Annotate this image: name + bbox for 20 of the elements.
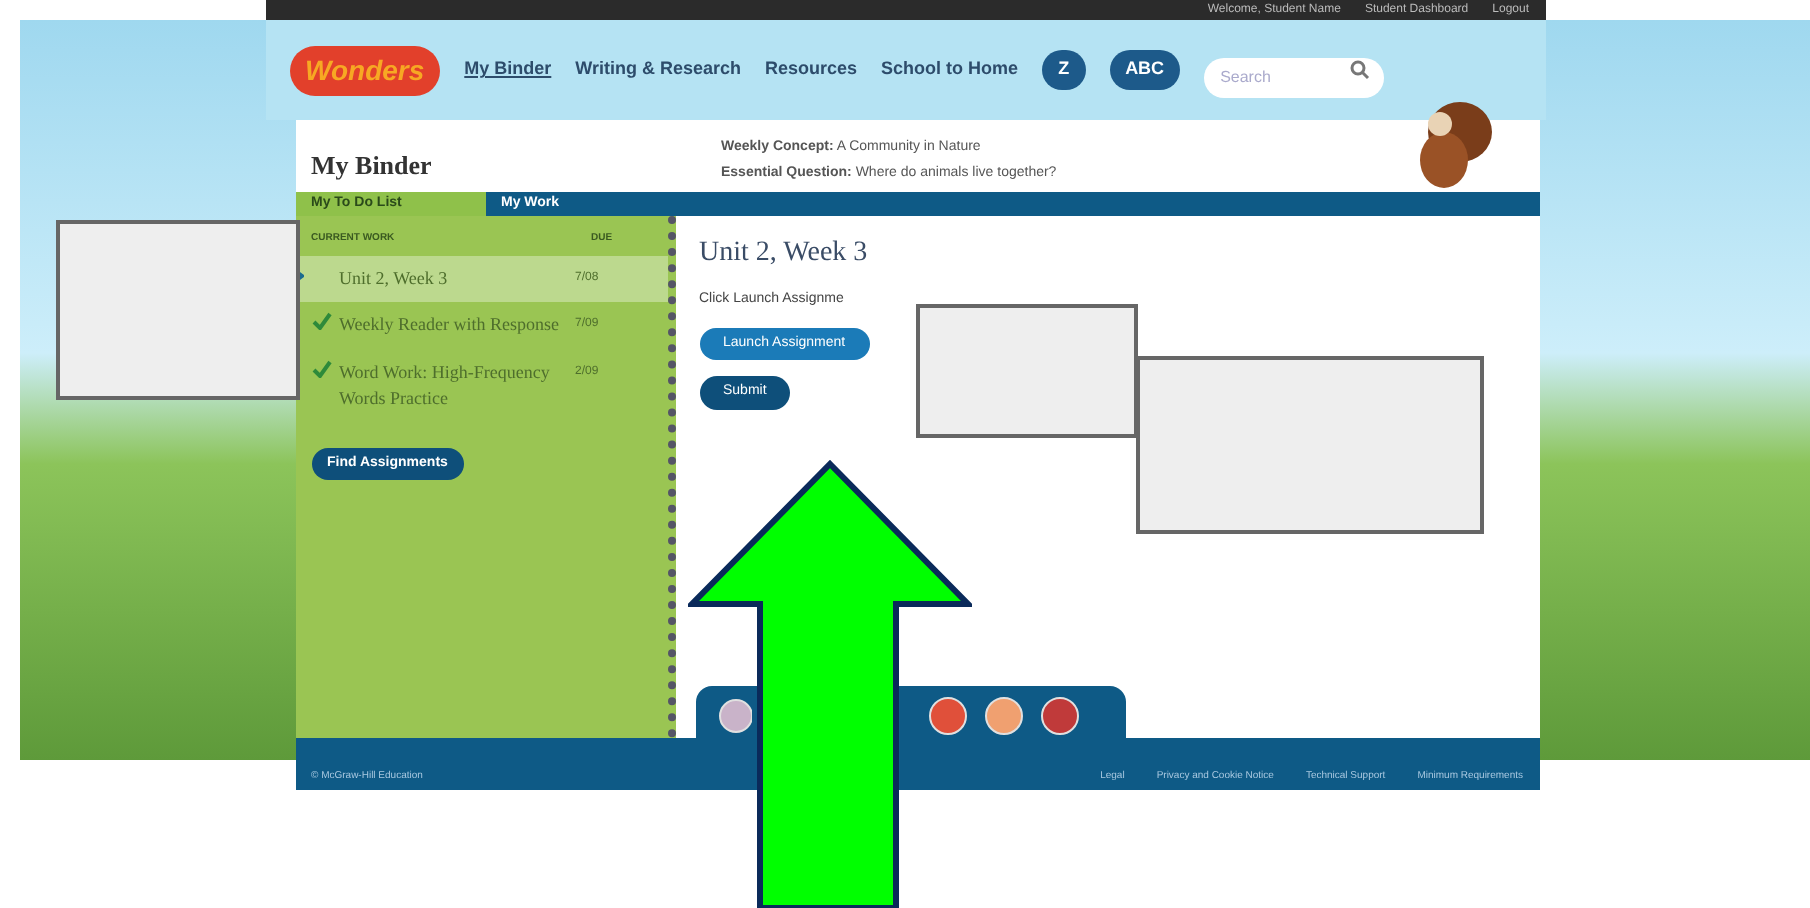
assignment-title: Weekly Reader with Response [339,312,561,338]
nav-link[interactable]: Resources [765,56,858,84]
nav-link[interactable]: My Binder [464,56,552,84]
assignment-title: Word Work: High-Frequency Words Practice [339,359,552,412]
check-icon [311,359,331,377]
tool-icon[interactable] [715,696,751,736]
tool-icon[interactable] [927,696,967,736]
arrow-icon [688,460,972,908]
nav-link[interactable]: Writing & Research [575,56,742,84]
tool-icon[interactable] [983,696,1023,736]
assignment-title: Unit 2, Week 3 [339,265,450,291]
search-icon [1350,60,1371,80]
nav-link[interactable]: School to Home [881,56,1019,84]
nav-pill[interactable]: Z [1042,50,1086,90]
check-icon [311,312,331,330]
tool-icon[interactable] [1039,696,1079,736]
unit-title: Unit 2, Week 3 [699,236,868,272]
binder-title: My Binder [311,147,434,184]
nav-pill[interactable]: ABC [1109,50,1181,90]
search-field[interactable]: Search [1204,57,1385,97]
